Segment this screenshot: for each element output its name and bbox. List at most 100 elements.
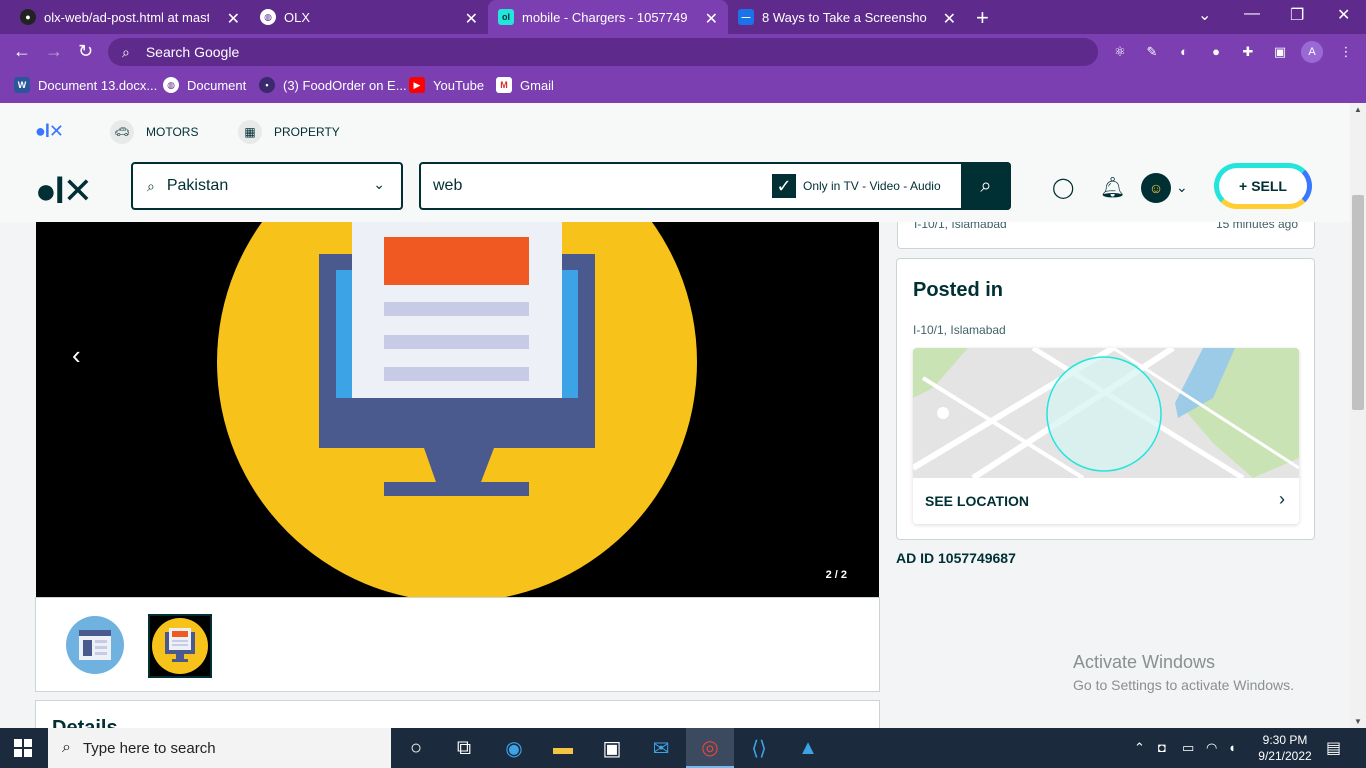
bookmark-foodorder[interactable]: • (3) FoodOrder on E... <box>259 77 407 93</box>
chevron-down-icon: ⌄ <box>373 176 385 192</box>
posted-in-location: I-10/1, Islamabad <box>913 323 1006 337</box>
category-label: MOTORS <box>146 125 199 139</box>
globe-icon: ◍ <box>260 9 276 25</box>
wifi-icon[interactable]: ◠ <box>1206 740 1217 756</box>
scrollbar-thumb[interactable] <box>1352 195 1364 410</box>
tab-mobile-chargers[interactable]: ol mobile - Chargers - 1057749687 ✕ <box>488 0 728 34</box>
notification-center-icon[interactable]: ▤ <box>1326 738 1341 758</box>
file-explorer-icon[interactable]: ▬ <box>539 728 587 768</box>
category-label: PROPERTY <box>274 125 340 139</box>
address-bar: ← → ↻ ⌕ Search Google ⚛ ✎ ◐ ● ✚ ▣ ⋮ <box>0 34 1366 70</box>
system-clock[interactable]: 9:30 PM 9/21/2022 <box>1250 732 1320 764</box>
ad-id: AD ID 1057749687 <box>896 550 1016 566</box>
bookmark-gmail[interactable]: M Gmail <box>496 77 554 93</box>
car-icon: 🚗︎ <box>110 120 134 144</box>
search-input[interactable]: web ✓ Only in TV - Video - Audio ⌕ <box>419 162 1011 210</box>
sell-button[interactable]: + SELL <box>1214 163 1312 209</box>
task-view-icon[interactable]: ⧉ <box>440 728 488 768</box>
details-card: Details <box>35 700 880 728</box>
omnibox-text: Search Google <box>145 44 240 60</box>
volume-icon[interactable]: ◖ <box>1228 740 1236 755</box>
chevron-down-icon[interactable]: ⌄ <box>1176 179 1188 196</box>
back-icon[interactable]: ← <box>13 41 31 62</box>
scroll-up-icon[interactable]: ▲ <box>1354 105 1362 114</box>
category-filter-checkbox[interactable]: ✓ <box>772 174 796 198</box>
chrome-icon[interactable]: ◎ <box>686 728 734 768</box>
category-motors[interactable]: 🚗︎ MOTORS <box>110 120 198 144</box>
page-scrollbar[interactable]: ▲ ▼ <box>1350 103 1366 728</box>
close-icon[interactable]: ✕ <box>705 9 718 29</box>
app-icon: • <box>259 77 275 93</box>
article-icon: — <box>738 9 754 25</box>
windows-start-icon[interactable] <box>14 739 32 757</box>
olx-group-logo[interactable]: ●l✕ <box>35 121 64 142</box>
bookmark-document-docx[interactable]: W Document 13.docx... <box>14 77 157 93</box>
sell-label: SELL <box>1251 178 1287 194</box>
battery-icon[interactable]: ▭ <box>1182 740 1194 756</box>
bookmark-youtube[interactable]: ▶ YouTube <box>409 77 484 93</box>
tray-chevron-icon[interactable]: ⌃ <box>1134 740 1145 756</box>
tab-github[interactable]: ● olx-web/ad-post.html at master ✕ <box>10 0 250 34</box>
close-icon[interactable]: ✕ <box>465 9 478 29</box>
location-select[interactable]: ⌕ Pakistan ⌄ <box>131 162 403 210</box>
react-devtools-icon[interactable]: ⚛ <box>1112 44 1128 60</box>
menu-icon[interactable]: ⋮ <box>1338 44 1354 60</box>
close-window-icon[interactable]: ✕ <box>1337 5 1350 25</box>
ad-posted-time: 15 minutes ago <box>1215 222 1298 231</box>
scroll-down-icon[interactable]: ▼ <box>1354 717 1362 726</box>
taskbar-search-placeholder: Type here to search <box>82 739 216 757</box>
restore-icon[interactable]: ❐ <box>1290 5 1304 25</box>
new-tab-button[interactable]: + <box>976 5 989 31</box>
location-map[interactable]: SEE LOCATION › <box>913 348 1299 524</box>
olx-header: ●l✕ ⌕ Pakistan ⌄ web ✓ Only in TV - Vide… <box>0 155 1350 222</box>
details-title: Details <box>52 717 118 728</box>
photos-icon[interactable]: ▲ <box>784 728 832 768</box>
search-value: web <box>433 177 463 194</box>
chevron-right-icon: › <box>1279 489 1285 509</box>
image-gallery[interactable]: ‹ 2 / 2 <box>36 222 879 597</box>
minimize-icon[interactable]: — <box>1244 5 1260 23</box>
close-icon[interactable]: ✕ <box>227 9 240 29</box>
user-avatar[interactable]: ☺ <box>1141 173 1171 203</box>
olx-favicon: ol <box>498 9 514 25</box>
posted-in-title: Posted in <box>913 279 1004 301</box>
search-button[interactable]: ⌕ <box>961 162 1011 210</box>
thumbnail-1[interactable] <box>64 614 128 678</box>
omnibox[interactable]: ⌕ Search Google <box>108 38 1098 66</box>
chat-icon[interactable]: ◯ <box>1052 175 1074 200</box>
word-icon: W <box>14 77 30 93</box>
ad-content: ‹ 2 / 2 Details I-10/1, Islamabad 15 min… <box>0 222 1350 728</box>
plus-icon: + <box>1239 178 1248 194</box>
cortana-icon[interactable]: ○ <box>392 728 440 768</box>
store-icon[interactable]: ▣ <box>588 728 636 768</box>
mail-icon[interactable]: ✉ <box>637 728 685 768</box>
color-picker-icon[interactable]: ✎ <box>1144 44 1160 60</box>
reload-icon[interactable]: ↻ <box>78 41 93 62</box>
category-property[interactable]: ▦ PROPERTY <box>238 120 340 144</box>
tab-search-icon[interactable]: ⌄ <box>1198 5 1211 25</box>
edge-icon[interactable]: ◉ <box>490 728 538 768</box>
see-location-link[interactable]: SEE LOCATION › <box>913 478 1299 524</box>
puzzle-icon[interactable]: ✚ <box>1240 44 1256 60</box>
map-area[interactable] <box>913 348 1299 481</box>
clock-time: 9:30 PM <box>1262 733 1308 747</box>
thumbnail-2[interactable] <box>148 614 212 678</box>
tab-screenshot-article[interactable]: — 8 Ways to Take a Screenshot on W ✕ <box>728 0 966 34</box>
olx-logo[interactable]: ●l✕ <box>35 170 93 212</box>
bookmark-label: YouTube <box>433 77 485 93</box>
forward-icon[interactable]: → <box>45 41 63 62</box>
previous-image-arrow[interactable]: ‹ <box>72 340 81 371</box>
taskbar-search[interactable]: ⌕ Type here to search <box>48 728 391 768</box>
bookmark-label: (3) FoodOrder on E... <box>283 77 407 93</box>
meet-now-icon[interactable]: ◘ <box>1158 740 1166 755</box>
vscode-icon[interactable]: ⟨⟩ <box>735 728 783 768</box>
activate-windows-title: Activate Windows <box>1073 652 1216 672</box>
tab-olx[interactable]: ◍ OLX ✕ <box>250 0 488 34</box>
close-icon[interactable]: ✕ <box>943 9 956 29</box>
notification-bell-icon[interactable]: 🔔︎ <box>1100 175 1125 200</box>
extension-icon[interactable]: ◐ <box>1176 44 1192 60</box>
profile-avatar[interactable]: A <box>1301 41 1323 63</box>
bookmark-document[interactable]: ◍ Document <box>163 77 246 93</box>
sidebar-icon[interactable]: ▣ <box>1272 44 1288 60</box>
bulb-icon[interactable]: ● <box>1208 44 1224 60</box>
